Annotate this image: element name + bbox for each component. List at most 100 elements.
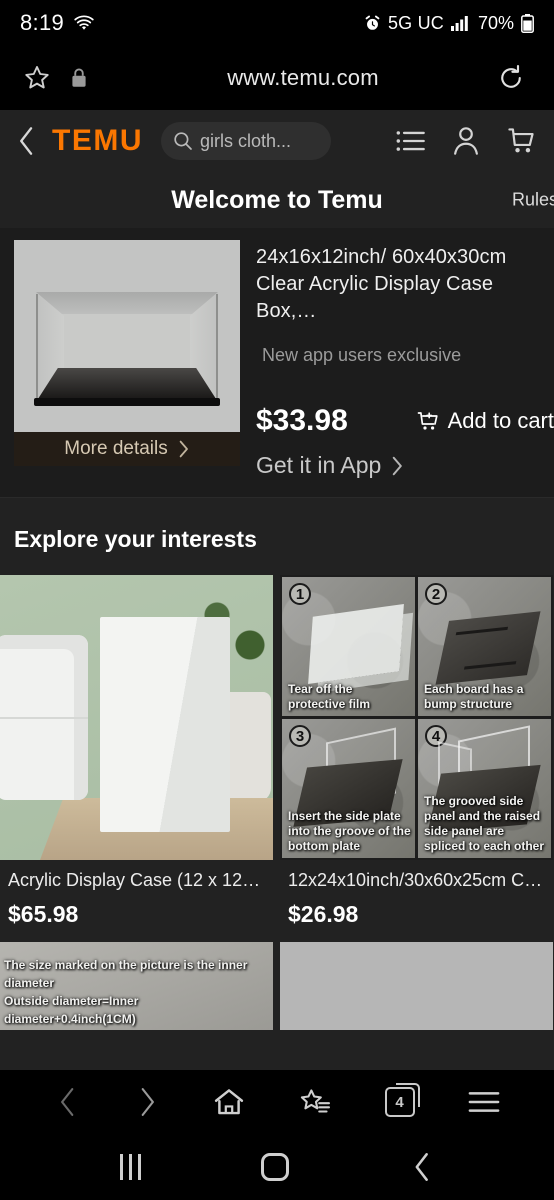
phone-screen: 8:19 5G UC 70% www.temu.com TEMU girls c… — [0, 0, 554, 1200]
welcome-bar: Welcome to Temu Rules — [0, 172, 554, 228]
acrylic-sheets — [308, 603, 404, 685]
step-number: 1 — [289, 583, 311, 605]
android-nav-bar — [0, 1134, 554, 1200]
recents-bar — [129, 1154, 133, 1180]
base-board — [435, 611, 541, 685]
home-icon[interactable] — [213, 1087, 245, 1117]
product-price: $26.98 — [288, 901, 359, 927]
step-caption: The grooved side panel and the raised si… — [424, 794, 545, 853]
promo-image-block[interactable]: More details — [14, 240, 240, 497]
product-meta: Acrylic Display Case (12 x 12 x… $65.98 — [0, 860, 273, 928]
instruction-step: 1 Tear off the protective film — [282, 577, 415, 716]
battery-percent: 70% — [477, 12, 514, 33]
instruction-step: 2 Each board has a bump structure — [418, 577, 551, 716]
url-text[interactable]: www.temu.com — [110, 65, 496, 91]
promo-product-image[interactable] — [14, 240, 240, 432]
step-caption: Tear off the protective film — [288, 682, 371, 711]
recents-icon[interactable] — [120, 1154, 142, 1180]
webpage-viewport: TEMU girls cloth... Welcome to Temu Rule… — [0, 110, 554, 1070]
product-meta: 12x24x10inch/30x60x25cm Cl… $26.98 — [280, 860, 553, 928]
get-it-in-app-link[interactable]: Get it in App — [256, 452, 554, 479]
large-display-case — [100, 617, 230, 832]
promo-product-title[interactable]: 24x16x12inch/ 60x40x30cm Clear Acrylic D… — [256, 244, 554, 325]
product-image[interactable] — [280, 942, 553, 1030]
page-title: Welcome to Temu — [171, 185, 383, 214]
instruction-step: 3 Insert the side plate into the groove … — [282, 719, 415, 858]
add-to-cart-button[interactable]: Add to cart — [416, 408, 554, 434]
product-grid: Acrylic Display Case (12 x 12 x… $65.98 … — [0, 575, 554, 928]
product-image[interactable]: The size marked on the picture is the in… — [0, 942, 273, 1030]
home-circle-icon[interactable] — [261, 1153, 290, 1181]
product-card[interactable]: Acrylic Display Case (12 x 12 x… $65.98 — [0, 575, 273, 928]
site-header: TEMU girls cloth... — [0, 110, 554, 172]
more-details-button[interactable]: More details — [14, 432, 240, 466]
signal-bars-icon — [450, 15, 471, 31]
case-base — [34, 398, 220, 406]
list-icon[interactable] — [396, 128, 426, 154]
promo-subtitle: New app users exclusive — [262, 345, 462, 365]
size-note-line1: The size marked on the picture is the in… — [4, 958, 248, 990]
wifi-icon — [73, 14, 95, 32]
add-to-cart-label: Add to cart — [447, 408, 554, 433]
hamburger-menu-icon[interactable] — [468, 1089, 500, 1115]
step-caption: Insert the side plate into the groove of… — [288, 809, 411, 853]
step-number: 2 — [425, 583, 447, 605]
step-caption: Each board has a bump structure — [424, 682, 524, 711]
size-note-line2: Outside diameter=Inner diameter+0.4inch(… — [4, 994, 139, 1026]
product-card[interactable]: 1 Tear off the protective film 2 Each bo… — [280, 575, 553, 928]
back-chevron-icon[interactable] — [410, 1152, 434, 1182]
product-title[interactable]: 12x24x10inch/30x60x25cm Cl… — [288, 870, 545, 891]
case-floor-panel — [36, 368, 218, 402]
reload-icon[interactable] — [496, 63, 532, 93]
status-bar-left: 8:19 — [20, 10, 95, 36]
case-edge-left — [36, 294, 38, 398]
tab-count: 4 — [395, 1093, 404, 1111]
product-image[interactable] — [0, 575, 273, 860]
explore-heading: Explore your interests — [14, 526, 257, 552]
temu-logo[interactable]: TEMU — [52, 124, 143, 158]
case-top-panel — [36, 292, 218, 316]
search-icon — [173, 131, 193, 151]
battery-icon — [521, 13, 534, 33]
product-title[interactable]: Acrylic Display Case (12 x 12 x… — [8, 870, 265, 891]
network-label: 5G UC — [387, 12, 444, 33]
browser-back-icon[interactable] — [55, 1087, 81, 1117]
chevron-right-icon — [391, 456, 404, 476]
cart-icon[interactable] — [506, 126, 536, 156]
lock-icon — [70, 67, 110, 89]
promo-banner: More details 24x16x12inch/ 60x40x30cm Cl… — [0, 228, 554, 498]
search-input[interactable]: girls cloth... — [161, 122, 331, 160]
tabs-icon[interactable]: 4 — [384, 1083, 420, 1117]
alarm-icon — [364, 15, 381, 32]
step-number: 3 — [289, 725, 311, 747]
status-bar: 8:19 5G UC 70% — [0, 0, 554, 46]
explore-section: Explore your interests Acrylic Display C… — [0, 498, 554, 1030]
product-price: $65.98 — [8, 901, 79, 927]
recents-bar — [120, 1154, 124, 1180]
cart-plus-icon — [416, 409, 440, 433]
bookmark-star-icon[interactable] — [22, 63, 58, 93]
recents-bar — [138, 1154, 142, 1180]
product-grid-next-row: The size marked on the picture is the in… — [0, 942, 554, 1030]
chevron-right-icon — [178, 440, 190, 458]
rules-link[interactable]: Rules — [512, 190, 554, 211]
browser-toolbar: 4 — [0, 1070, 554, 1134]
bookmarks-star-icon[interactable] — [298, 1087, 332, 1117]
clock: 8:19 — [20, 10, 65, 35]
instruction-step: 4 The grooved side panel and the raised … — [418, 719, 551, 858]
product-image[interactable]: 1 Tear off the protective film 2 Each bo… — [280, 575, 553, 860]
case-edge-right — [216, 294, 218, 398]
status-bar-right: 5G UC 70% — [364, 13, 534, 34]
more-details-label: More details — [64, 438, 168, 459]
promo-details: 24x16x12inch/ 60x40x30cm Clear Acrylic D… — [240, 240, 554, 497]
small-display-case — [0, 635, 88, 800]
size-note: The size marked on the picture is the in… — [4, 956, 271, 1028]
browser-url-bar[interactable]: www.temu.com — [0, 46, 554, 110]
promo-price-row: $33.98 Add to cart — [256, 404, 554, 438]
browser-forward-icon[interactable] — [134, 1087, 160, 1117]
page-back-icon[interactable] — [14, 126, 40, 156]
header-icons — [396, 126, 540, 156]
instruction-collage: 1 Tear off the protective film 2 Each bo… — [280, 575, 553, 860]
person-icon[interactable] — [452, 126, 480, 156]
search-value: girls cloth... — [200, 130, 292, 151]
